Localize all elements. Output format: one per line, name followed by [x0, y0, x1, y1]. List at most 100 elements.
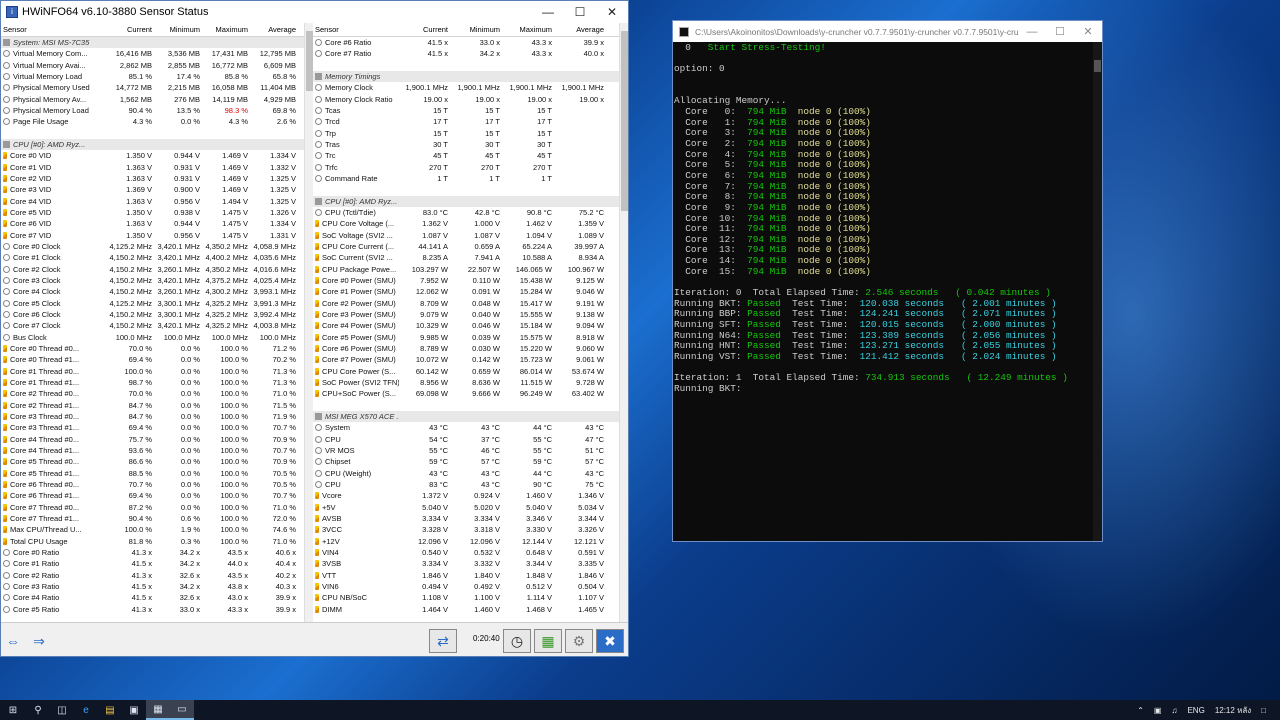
- sensor-row[interactable]: Core #2 Thread #0... 70.0 % 0.0 % 100.0 % 71…: [1, 388, 309, 399]
- sensor-row[interactable]: VTT 1.846 V 1.840 V 1.848 V 1.846 V: [313, 569, 620, 580]
- chevron-up-icon[interactable]: ⌃: [1137, 706, 1144, 715]
- sensor-row[interactable]: Command Rate 1 T 1 T 1 T: [313, 173, 620, 184]
- sensor-row[interactable]: Max CPU/Thread U... 100.0 % 1.9 % 100.0 % 74…: [1, 524, 309, 535]
- sensor-row[interactable]: Core #2 Thread #1... 84.7 % 0.0 % 100.0 % 71…: [1, 400, 309, 411]
- sensor-row[interactable]: CPU+SoC Power (S... 69.098 W 9.666 W 96.249…: [313, 388, 620, 399]
- maximize-button[interactable]: ☐: [564, 1, 596, 23]
- sensor-row[interactable]: Core #3 Ratio 41.5 x 34.2 x 43.8 x 40.3 x: [1, 581, 309, 592]
- sensor-row[interactable]: Core #0 Thread #0... 70.0 % 0.0 % 100.0 % 71…: [1, 343, 309, 354]
- sensor-row[interactable]: Core #4 Ratio 41.5 x 32.6 x 43.0 x 39.9 x: [1, 592, 309, 603]
- column-header-average[interactable]: Average: [251, 25, 299, 34]
- network-tray-icon[interactable]: ▣: [1154, 706, 1162, 715]
- sensor-row[interactable]: Bus Clock 100.0 MHz 100.0 MHz 100.0 MHz 100.…: [1, 332, 309, 343]
- column-header-minimum[interactable]: Minimum: [155, 25, 203, 34]
- sensor-row[interactable]: Physical Memory Load 90.4 % 13.5 % 98.3 % 69…: [1, 105, 309, 116]
- sensor-row[interactable]: CPU 54 °C 37 °C 55 °C 47 °C: [313, 433, 620, 444]
- sensor-row[interactable]: Core #6 VID 1.363 V 0.944 V 1.475 V 1.334 V: [1, 218, 309, 229]
- sensor-row[interactable]: Core #1 Ratio 41.5 x 34.2 x 44.0 x 40.4 x: [1, 558, 309, 569]
- sensor-row[interactable]: Core #6 Ratio 41.5 x 33.0 x 43.3 x 39.9 x: [313, 37, 620, 48]
- sensor-row[interactable]: AVSB 3.334 V 3.334 V 3.346 V 3.344 V: [313, 513, 620, 524]
- sensor-row[interactable]: CPU (Tctl/Tdie) 83.0 °C 42.8 °C 90.8 °C 75.2…: [313, 207, 620, 218]
- sensor-group-header[interactable]: CPU [#0]: AMD Ryz...: [313, 195, 620, 207]
- sensor-row[interactable]: Core #3 Thread #0... 84.7 % 0.0 % 100.0 % 71…: [1, 411, 309, 422]
- sensor-row[interactable]: Core #6 Power (SMU) 8.789 W 0.030 W 15.220 …: [313, 343, 620, 354]
- sensor-row[interactable]: Trcd 17 T 17 T 17 T: [313, 116, 620, 127]
- arrows-right-icon[interactable]: ⇒: [27, 629, 51, 653]
- sensor-group-header[interactable]: System: MSI MS-7C35: [1, 37, 309, 49]
- console-output[interactable]: 0 Start Stress-Testing! option: 0 Alloca…: [673, 42, 1093, 541]
- sensor-row[interactable]: Core #0 Clock 4,125.2 MHz 3,420.1 MHz 4,350…: [1, 241, 309, 252]
- right-scrollbar[interactable]: [619, 23, 628, 622]
- sensor-row[interactable]: VIN4 0.540 V 0.532 V 0.648 V 0.591 V: [313, 547, 620, 558]
- sensor-row[interactable]: Core #6 Thread #0... 70.7 % 0.0 % 100.0 % 70…: [1, 479, 309, 490]
- sensor-row[interactable]: Core #5 VID 1.350 V 0.938 V 1.475 V 1.326 V: [1, 207, 309, 218]
- sensor-row[interactable]: Trfc 270 T 270 T 270 T: [313, 162, 620, 173]
- sensor-row[interactable]: Core #7 Thread #0... 87.2 % 0.0 % 100.0 % 71…: [1, 501, 309, 512]
- sensor-row[interactable]: Core #2 VID 1.363 V 0.931 V 1.469 V 1.325 V: [1, 173, 309, 184]
- console-scrollbar[interactable]: [1093, 42, 1102, 541]
- scroll-thumb[interactable]: [306, 31, 313, 91]
- console-minimize-button[interactable]: —: [1018, 21, 1046, 42]
- sensor-row[interactable]: Physical Memory Used 14,772 MB 2,215 MB 16,…: [1, 82, 309, 93]
- close-sensors-icon[interactable]: ✖: [596, 629, 624, 653]
- sensor-row[interactable]: Core #7 Thread #1... 90.4 % 0.6 % 100.0 % 72…: [1, 513, 309, 524]
- sensor-group-header[interactable]: CPU [#0]: AMD Ryz...: [1, 138, 309, 151]
- sensor-row[interactable]: Core #5 Thread #1... 88.5 % 0.0 % 100.0 % 70…: [1, 467, 309, 478]
- sensor-row[interactable]: Core #3 VID 1.369 V 0.900 V 1.469 V 1.325 V: [1, 184, 309, 195]
- sensor-row[interactable]: Core #1 Power (SMU) 12.062 W 0.091 W 15.284…: [313, 286, 620, 297]
- column-header-sensor[interactable]: Sensor: [1, 25, 107, 34]
- minimize-button[interactable]: —: [532, 1, 564, 23]
- sensor-row[interactable]: Core #5 Clock 4,125.2 MHz 3,300.1 MHz 4,325…: [1, 298, 309, 309]
- sensor-row[interactable]: Memory Clock Ratio 19.00 x 19.00 x 19.00 x 1…: [313, 94, 620, 105]
- language-indicator[interactable]: ENG: [1187, 706, 1204, 715]
- column-header-minimum[interactable]: Minimum: [451, 25, 503, 34]
- sensor-row[interactable]: Core #0 Thread #1... 69.4 % 0.0 % 100.0 % 70…: [1, 354, 309, 365]
- sensor-row[interactable]: 3VCC 3.328 V 3.318 V 3.330 V 3.326 V: [313, 524, 620, 535]
- sensor-row[interactable]: Core #5 Thread #0... 86.6 % 0.0 % 100.0 % 70…: [1, 456, 309, 467]
- network-icon[interactable]: ⇄: [429, 629, 457, 653]
- sensor-group-header[interactable]: Memory Timings: [313, 70, 620, 83]
- add-report-icon[interactable]: ▦: [534, 629, 562, 653]
- sensor-row[interactable]: Core #6 Clock 4,150.2 MHz 3,300.1 MHz 4,325…: [1, 309, 309, 320]
- sensor-row[interactable]: CPU 83 °C 43 °C 90 °C 75 °C: [313, 479, 620, 490]
- sensor-row[interactable]: +5V 5.040 V 5.020 V 5.040 V 5.034 V: [313, 501, 620, 512]
- sensor-row[interactable]: SoC Power (SVI2 TFN) 8.956 W 8.636 W 11.515…: [313, 377, 620, 388]
- file-explorer-icon[interactable]: ▤: [98, 700, 122, 720]
- hwinfo-titlebar[interactable]: i HWiNFO64 v6.10-3880 Sensor Status — ☐ …: [1, 1, 628, 23]
- sensor-row[interactable]: Vcore 1.372 V 0.924 V 1.460 V 1.346 V: [313, 490, 620, 501]
- sensor-row[interactable]: Chipset 59 °C 57 °C 59 °C 57 °C: [313, 456, 620, 467]
- column-header-current[interactable]: Current: [107, 25, 155, 34]
- sensor-row[interactable]: Core #4 Power (SMU) 10.329 W 0.046 W 15.184…: [313, 320, 620, 331]
- sensor-row[interactable]: Core #5 Ratio 41.3 x 33.0 x 43.3 x 39.9 x: [1, 603, 309, 614]
- left-scrollbar[interactable]: [304, 23, 313, 622]
- sensor-row[interactable]: Core #2 Clock 4,150.2 MHz 3,260.1 MHz 4,350…: [1, 264, 309, 275]
- column-header-current[interactable]: Current: [399, 25, 451, 34]
- sensor-row[interactable]: Core #3 Clock 4,150.2 MHz 3,420.1 MHz 4,375…: [1, 275, 309, 286]
- sensor-list-left[interactable]: Sensor Current Minimum Maximum Average System…: [1, 23, 309, 622]
- column-header-maximum[interactable]: Maximum: [203, 25, 251, 34]
- sensor-row[interactable]: System 43 °C 43 °C 44 °C 43 °C: [313, 422, 620, 433]
- sensor-row[interactable]: Page File Usage 4.3 % 0.0 % 4.3 % 2.6 %: [1, 116, 309, 127]
- sensor-row[interactable]: Core #3 Power (SMU) 9.079 W 0.040 W 15.555 …: [313, 309, 620, 320]
- sensor-group-header[interactable]: MSI MEG X570 ACE ...: [313, 410, 620, 423]
- sensor-row[interactable]: Core #4 Clock 4,150.2 MHz 3,260.1 MHz 4,300…: [1, 286, 309, 297]
- sensor-row[interactable]: 3VSB 3.334 V 3.332 V 3.344 V 3.335 V: [313, 558, 620, 569]
- sensor-row[interactable]: VIN6 0.494 V 0.492 V 0.512 V 0.504 V: [313, 581, 620, 592]
- windows-start-icon[interactable]: ⊞: [0, 700, 26, 720]
- sensor-row[interactable]: Tcas 15 T 15 T 15 T: [313, 105, 620, 116]
- sensor-row[interactable]: Core #0 Ratio 41.3 x 34.2 x 43.5 x 40.6 x: [1, 547, 309, 558]
- column-header-maximum[interactable]: Maximum: [503, 25, 555, 34]
- sensor-row[interactable]: Core #0 VID 1.350 V 0.944 V 1.469 V 1.334 V: [1, 150, 309, 161]
- sensor-row[interactable]: DIMM 1.464 V 1.460 V 1.468 V 1.465 V: [313, 603, 620, 614]
- sensor-row[interactable]: Trp 15 T 15 T 15 T: [313, 128, 620, 139]
- sensor-row[interactable]: Trc 45 T 45 T 45 T: [313, 150, 620, 161]
- speaker-icon[interactable]: ♫: [1171, 706, 1177, 715]
- clock-icon[interactable]: ◷: [503, 629, 531, 653]
- sensor-row[interactable]: Core #3 Thread #1... 69.4 % 0.0 % 100.0 % 70…: [1, 422, 309, 433]
- sensor-row[interactable]: Core #1 Thread #1... 98.7 % 0.0 % 100.0 % 71…: [1, 377, 309, 388]
- clock[interactable]: 12:12 หลัง: [1215, 704, 1251, 717]
- console-close-button[interactable]: ✕: [1074, 21, 1102, 42]
- sensor-list-right[interactable]: Sensor Current Minimum Maximum Average Core #…: [313, 23, 620, 622]
- column-header-average[interactable]: Average: [555, 25, 607, 34]
- sensor-row[interactable]: Core #4 Thread #1... 93.6 % 0.0 % 100.0 % 70…: [1, 445, 309, 456]
